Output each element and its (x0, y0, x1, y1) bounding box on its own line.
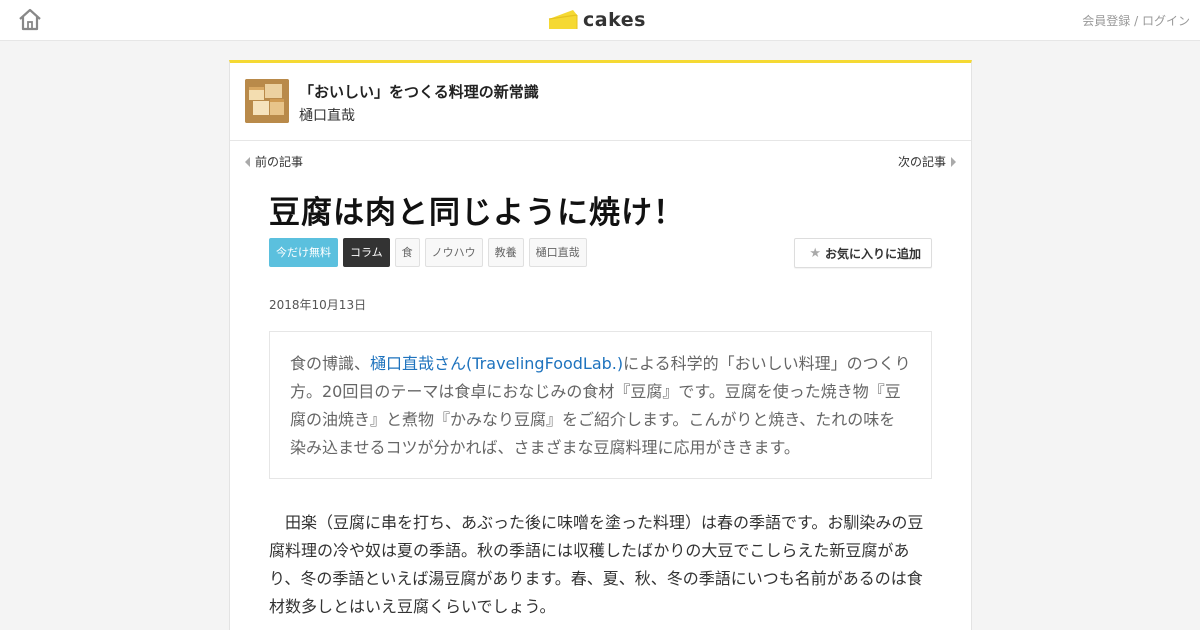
author-link[interactable]: 樋口直哉さん(TravelingFoodLab.) (370, 354, 623, 373)
auth-links: 会員登録 / ログイン (1082, 12, 1190, 29)
cakes-logo-icon (548, 10, 578, 29)
tag-free[interactable]: 今だけ無料 (269, 238, 338, 267)
register-link[interactable]: 会員登録 (1082, 14, 1130, 28)
tag-author[interactable]: 樋口直哉 (528, 238, 587, 267)
chevron-right-icon (951, 156, 956, 167)
lead-box: 食の博識、樋口直哉さん(TravelingFoodLab.)による科学的「おいし… (269, 331, 932, 479)
next-article-label: 次の記事 (897, 155, 946, 169)
article-card: 「おいしい」をつくる料理の新常識 樋口直哉 前の記事 次の記事 豆腐は肉と同じよ… (229, 60, 972, 630)
prev-article-label: 前の記事 (255, 155, 304, 169)
prev-article-link[interactable]: 前の記事 (245, 153, 303, 170)
series-author: 樋口直哉 (299, 108, 355, 124)
tag-culture[interactable]: 教養 (487, 238, 524, 267)
next-article-link[interactable]: 次の記事 (898, 153, 956, 170)
logo-text: cakes (583, 9, 646, 31)
publish-date: 2018年10月13日 (269, 298, 367, 312)
add-favorite-label: お気に入りに追加 (824, 246, 921, 261)
top-bar: cakes 会員登録 / ログイン (0, 0, 1200, 41)
series-thumbnail[interactable] (245, 79, 289, 123)
add-favorite-button[interactable]: ★ お気に入りに追加 (794, 238, 932, 268)
tag-food[interactable]: 食 (394, 238, 420, 267)
tag-list: 今だけ無料 コラム 食 ノウハウ 教養 樋口直哉 (269, 238, 592, 267)
series-header[interactable]: 「おいしい」をつくる料理の新常識 樋口直哉 (230, 63, 971, 141)
tag-knowhow[interactable]: ノウハウ (424, 238, 483, 267)
chevron-left-icon (245, 156, 250, 167)
auth-separator: / (1130, 14, 1142, 28)
article-title: 豆腐は肉と同じように焼け！ (269, 195, 685, 231)
star-icon: ★ (809, 245, 821, 261)
lead-text-before: 食の博識、 (290, 354, 371, 373)
tag-column[interactable]: コラム (343, 238, 390, 267)
login-link[interactable]: ログイン (1142, 14, 1190, 28)
series-title[interactable]: 「おいしい」をつくる料理の新常識 (299, 81, 539, 102)
site-logo[interactable]: cakes (547, 5, 646, 35)
home-icon[interactable] (17, 8, 43, 32)
article-body-paragraph: 田楽（豆腐に串を打ち、あぶった後に味噌を塗った料理）は春の季語です。お馴染みの豆… (269, 513, 924, 616)
